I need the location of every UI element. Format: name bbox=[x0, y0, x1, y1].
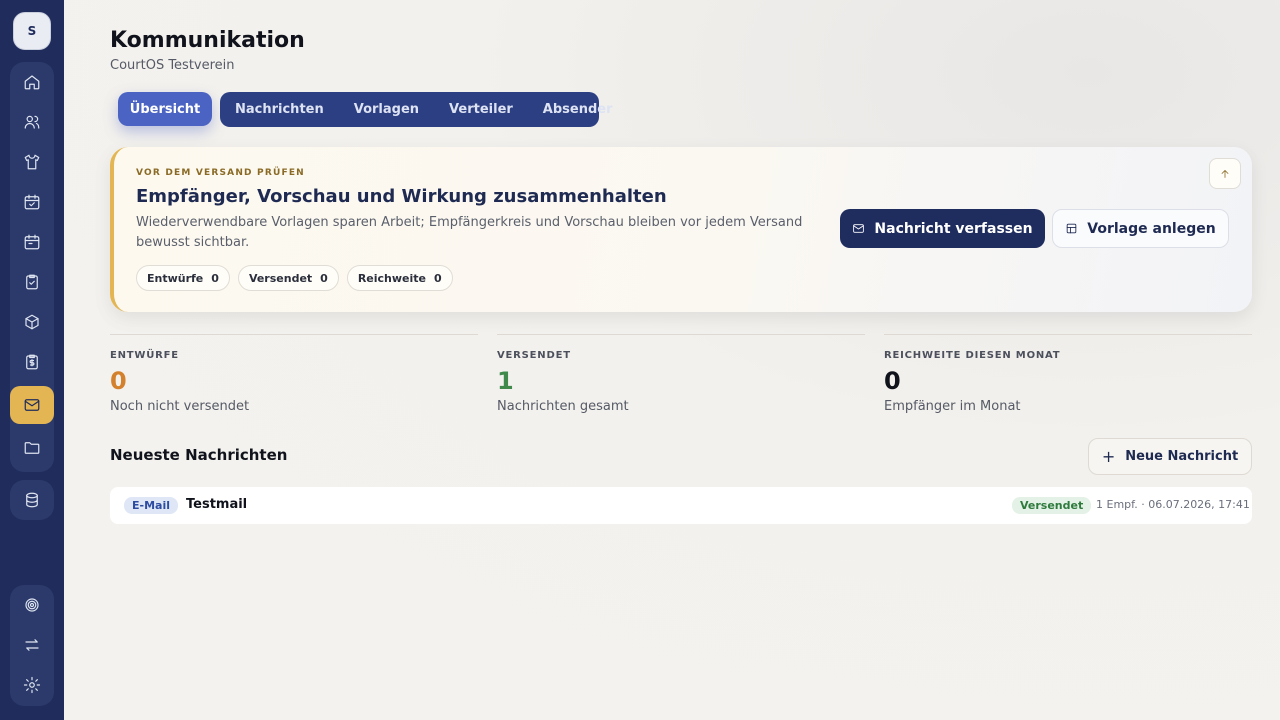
chip-drafts: Entwürfe 0 bbox=[136, 265, 230, 291]
stat-drafts: ENTWÜRFE 0 Noch nicht versendet bbox=[110, 334, 478, 414]
message-title: Testmail bbox=[186, 497, 248, 512]
compose-message-button[interactable]: Nachricht verfassen bbox=[840, 209, 1045, 248]
tab-bar: Nachrichten Vorlagen Verteiler Absender bbox=[220, 92, 613, 127]
sidebar-item-tasks[interactable] bbox=[14, 264, 50, 300]
mail-icon bbox=[24, 399, 40, 411]
recent-messages-title: Neueste Nachrichten bbox=[110, 446, 288, 464]
sidebar-item-goals[interactable] bbox=[14, 587, 50, 623]
folder-icon bbox=[24, 442, 40, 454]
sidebar-item-settings[interactable] bbox=[14, 667, 50, 703]
message-type-badge: E-Mail bbox=[124, 497, 178, 514]
hero-chips: Entwürfe 0 Versendet 0 Reichweite 0 bbox=[136, 265, 453, 291]
package-icon bbox=[25, 314, 39, 330]
users-icon bbox=[24, 115, 40, 129]
hero-kicker: VOR DEM VERSAND PRÜFEN bbox=[136, 168, 305, 178]
hero-card: VOR DEM VERSAND PRÜFEN Empfänger, Vorsch… bbox=[110, 147, 1252, 312]
sidebar-item-members[interactable] bbox=[14, 104, 50, 140]
arrows-swap-icon bbox=[25, 639, 39, 651]
stat-value: 0 bbox=[110, 367, 127, 395]
calendar-icon bbox=[24, 234, 40, 250]
chip-label: Entwürfe bbox=[147, 271, 204, 285]
hero-description: Wiederverwendbare Vorlagen sparen Arbeit… bbox=[136, 215, 803, 250]
chip-value: 0 bbox=[211, 271, 219, 285]
stat-sent: VERSENDET 1 Nachrichten gesamt bbox=[497, 334, 865, 414]
sidebar-nav-bottom bbox=[10, 585, 54, 706]
sidebar-item-documents[interactable] bbox=[14, 430, 50, 466]
chip-label: Reichweite bbox=[357, 271, 426, 285]
create-template-label: Vorlage anlegen bbox=[1087, 220, 1216, 237]
status-badge: Versendet bbox=[1012, 497, 1092, 514]
home-icon bbox=[24, 75, 40, 90]
new-message-button[interactable]: + Neue Nachricht bbox=[1088, 438, 1252, 475]
page-subtitle: CourtOS Testverein bbox=[110, 58, 235, 73]
template-icon bbox=[1067, 223, 1077, 234]
stat-caption: Empfänger im Monat bbox=[884, 399, 1021, 414]
tab-messages[interactable]: Nachrichten bbox=[235, 102, 324, 117]
stat-value: 0 bbox=[884, 367, 901, 395]
compose-message-label: Nachricht verfassen bbox=[874, 220, 1033, 237]
sidebar-item-inventory[interactable] bbox=[14, 304, 50, 340]
plus-icon: + bbox=[1101, 447, 1116, 466]
chip-value: 0 bbox=[434, 271, 442, 285]
tab-distribution-lists[interactable]: Verteiler bbox=[449, 102, 513, 117]
target-icon bbox=[25, 598, 39, 612]
message-meta: 1 Empf. · 06.07.2026, 17:41 bbox=[1096, 498, 1250, 511]
stat-label: VERSENDET bbox=[497, 350, 571, 361]
chip-sent: Versendet 0 bbox=[237, 265, 339, 291]
sidebar-item-home[interactable] bbox=[14, 64, 50, 100]
stat-value: 1 bbox=[497, 367, 514, 395]
stat-reach: REICHWEITE DIESEN MONAT 0 Empfänger im M… bbox=[884, 334, 1252, 414]
mail-plus-icon bbox=[853, 224, 865, 233]
stat-label: ENTWÜRFE bbox=[110, 350, 179, 361]
database-icon bbox=[26, 492, 38, 508]
sidebar-item-finance[interactable] bbox=[14, 344, 50, 380]
hero-title: Empfänger, Vorschau und Wirkung zusammen… bbox=[136, 186, 667, 207]
tab-senders[interactable]: Absender bbox=[543, 102, 613, 117]
sidebar-item-apparel[interactable] bbox=[14, 144, 50, 180]
receipt-icon bbox=[26, 354, 38, 370]
arrow-up-icon bbox=[1221, 169, 1229, 178]
avatar[interactable]: S bbox=[13, 12, 51, 50]
stat-caption: Nachrichten gesamt bbox=[497, 399, 629, 414]
sidebar-item-communication[interactable] bbox=[10, 386, 54, 424]
chip-label: Versendet bbox=[248, 271, 313, 285]
clipboard-check-icon bbox=[26, 274, 38, 290]
collapse-button[interactable] bbox=[1209, 158, 1241, 189]
sidebar-item-calendar[interactable] bbox=[14, 224, 50, 260]
create-template-button[interactable]: Vorlage anlegen bbox=[1052, 209, 1229, 248]
new-message-label: Neue Nachricht bbox=[1125, 449, 1239, 464]
tab-templates[interactable]: Vorlagen bbox=[354, 102, 419, 117]
chip-reach: Reichweite 0 bbox=[346, 265, 453, 291]
sidebar-item-switch[interactable] bbox=[14, 627, 50, 663]
stat-label: REICHWEITE DIESEN MONAT bbox=[884, 350, 1061, 361]
chip-value: 0 bbox=[320, 271, 328, 285]
sidebar-nav-data bbox=[10, 480, 54, 520]
message-row[interactable]: E-Mail Testmail Versendet 1 Empf. · 06.0… bbox=[110, 487, 1252, 524]
stat-caption: Noch nicht versendet bbox=[110, 399, 250, 414]
calendar-check-icon bbox=[24, 194, 40, 210]
sidebar-item-database[interactable] bbox=[14, 482, 50, 518]
shirt-icon bbox=[24, 154, 40, 170]
tab-overview[interactable]: Übersicht bbox=[118, 92, 212, 126]
sidebar: S bbox=[0, 0, 64, 720]
sidebar-item-bookings[interactable] bbox=[14, 184, 50, 220]
sidebar-nav-main bbox=[10, 62, 54, 472]
page-title: Kommunikation bbox=[110, 28, 305, 53]
gear-icon bbox=[23, 676, 41, 694]
